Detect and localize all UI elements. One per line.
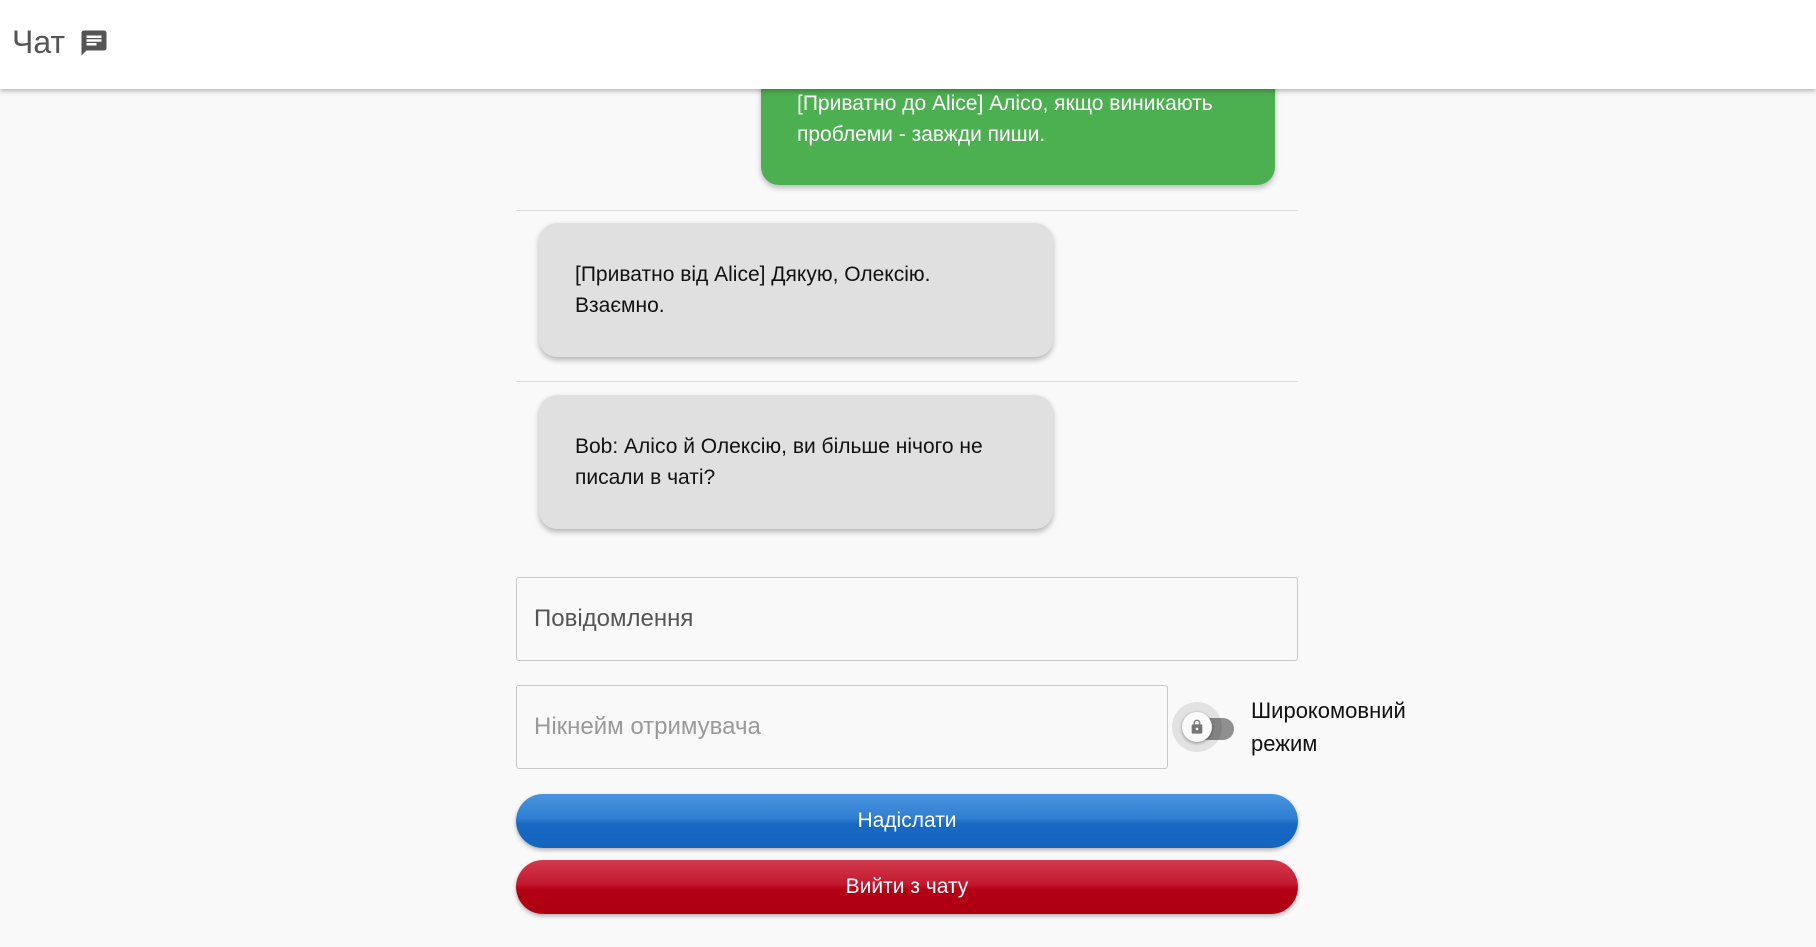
message-bubble-incoming: Bob: Алісо й Олексію, ви більше нічого н… bbox=[539, 395, 1053, 529]
leave-chat-button[interactable]: Вийти з чату bbox=[516, 860, 1298, 914]
message-bubble-incoming: [Приватно від Alice] Дякую, Олексію. Вза… bbox=[539, 223, 1053, 357]
lock-icon bbox=[1191, 719, 1203, 734]
app-header: Чат bbox=[0, 0, 1816, 89]
send-button[interactable]: Надіслати bbox=[516, 794, 1298, 848]
broadcast-toggle[interactable] bbox=[1172, 702, 1236, 752]
message-text: [Приватно від Alice] Дякую, Олексію. Вза… bbox=[575, 263, 931, 317]
message-input[interactable] bbox=[517, 578, 1297, 660]
broadcast-mode-label: Широкомовний режим bbox=[1251, 698, 1406, 756]
recipient-field bbox=[516, 685, 1168, 769]
message-text: [Приватно до Alice] Алісо, якщо виникают… bbox=[797, 92, 1213, 146]
page-title: Чат bbox=[12, 24, 66, 60]
chat-icon bbox=[81, 30, 107, 55]
message-field bbox=[516, 577, 1298, 661]
message-divider bbox=[516, 210, 1298, 211]
recipient-nickname-input[interactable] bbox=[517, 686, 1167, 768]
message-divider bbox=[516, 381, 1298, 382]
toggle-knob[interactable] bbox=[1182, 712, 1212, 742]
message-text: Bob: Алісо й Олексію, ви більше нічого н… bbox=[575, 435, 983, 489]
